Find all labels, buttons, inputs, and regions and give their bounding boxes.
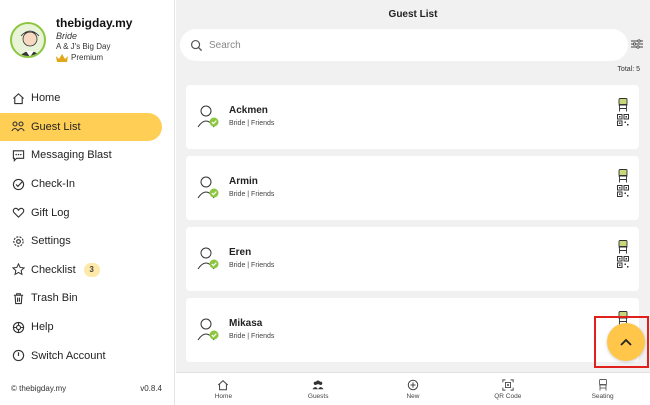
sidebar-item-label: Switch Account (31, 349, 106, 362)
sidebar-item-label: Trash Bin (31, 292, 78, 305)
tab-label: QR Code (494, 392, 522, 400)
sidebar-item-help[interactable]: Help (0, 313, 175, 342)
sidebar-item-label: Check-In (31, 178, 76, 191)
sidebar-item-label: Home (31, 92, 61, 105)
guest-meta: Bride | Friends (229, 191, 275, 198)
guest-meta: Bride | Friends (229, 120, 275, 127)
checklist-badge: 3 (83, 262, 100, 277)
tab-qr-code[interactable]: QR Code (460, 373, 555, 405)
chair-icon[interactable] (617, 98, 629, 112)
page-title: Guest List (388, 9, 438, 20)
sidebar-item-messaging-blast[interactable]: Messaging Blast (0, 141, 175, 170)
bottom-tab-bar: Home Guests New QR Code Seating (176, 372, 650, 405)
tab-seating[interactable]: Seating (555, 373, 650, 405)
checklist-icon (11, 263, 25, 277)
chevron-up-icon (620, 338, 632, 346)
check-icon (11, 177, 25, 191)
sidebar-item-label: Guest List (31, 120, 81, 133)
profile-plan: Premium (56, 53, 103, 62)
sidebar-item-settings[interactable]: Settings (0, 227, 175, 256)
home-icon (218, 379, 229, 390)
home-icon (11, 91, 25, 105)
guest-name: Eren (229, 247, 252, 258)
chair-icon (598, 378, 607, 391)
plus-circle-icon (407, 379, 419, 390)
sidebar-item-guest-list[interactable]: Guest List (0, 112, 162, 142)
guest-card[interactable]: Eren Bride | Friends (186, 227, 639, 291)
search-icon (190, 39, 203, 51)
guests-icon (11, 120, 25, 134)
profile-block[interactable]: thebigday.my Bride A & J's Big Day Premi… (10, 16, 170, 66)
sidebar-item-switch-account[interactable]: Switch Account (0, 341, 175, 370)
qr-code-icon[interactable] (617, 256, 629, 268)
crown-icon (56, 53, 68, 62)
total-count: Total: 5 (617, 66, 640, 73)
guest-avatar-icon (197, 105, 219, 128)
guest-avatar-icon (197, 176, 219, 199)
guest-card[interactable]: Armin Bride | Friends (186, 156, 639, 220)
help-icon (11, 320, 25, 334)
tab-label: Guests (307, 392, 329, 400)
message-icon (11, 148, 25, 162)
guest-name: Armin (229, 176, 258, 187)
sidebar-nav: Home Guest List Messaging Blast Check-In… (0, 84, 175, 370)
sidebar-footer: © thebigday.my v0.8.4 (11, 384, 162, 393)
power-icon (11, 349, 25, 363)
qr-code-icon[interactable] (617, 114, 629, 126)
tab-label: Home (214, 392, 233, 400)
chair-icon[interactable] (617, 240, 629, 254)
heart-icon (11, 206, 25, 220)
profile-name: thebigday.my (56, 16, 133, 30)
version: v0.8.4 (140, 384, 162, 393)
qr-code-icon[interactable] (617, 185, 629, 197)
chair-icon[interactable] (617, 169, 629, 183)
tab-home[interactable]: Home (176, 373, 271, 405)
guest-name: Ackmen (229, 105, 268, 116)
guest-avatar-icon (197, 318, 219, 341)
filter-icon[interactable] (631, 39, 643, 49)
qr-scan-icon (502, 378, 514, 391)
guest-card[interactable]: Ackmen Bride | Friends (186, 85, 639, 149)
sidebar-item-checklist[interactable]: Checklist 3 (0, 256, 175, 285)
sidebar-item-label: Messaging Blast (31, 149, 112, 162)
guest-meta: Bride | Friends (229, 262, 275, 269)
sidebar-item-home[interactable]: Home (0, 84, 175, 113)
tab-guests[interactable]: Guests (271, 373, 366, 405)
sidebar: thebigday.my Bride A & J's Big Day Premi… (0, 0, 175, 405)
avatar (10, 22, 46, 58)
sidebar-item-label: Gift Log (31, 206, 70, 219)
guest-card[interactable]: Mikasa Bride | Friends (186, 298, 639, 362)
sidebar-item-trash-bin[interactable]: Trash Bin (0, 284, 175, 313)
tab-label: New (406, 392, 420, 400)
sidebar-item-label: Help (31, 321, 54, 334)
trash-icon (11, 291, 25, 305)
scroll-top-button[interactable] (607, 323, 645, 361)
gear-icon (11, 234, 25, 248)
guest-meta: Bride | Friends (229, 333, 275, 340)
copyright: © thebigday.my (11, 384, 67, 393)
main-panel: Guest List Total: 5 Ackmen Bride | Frien… (176, 0, 650, 405)
sidebar-item-gift-log[interactable]: Gift Log (0, 198, 175, 227)
plan-label: Premium (71, 53, 104, 62)
tab-label: Seating (591, 392, 614, 400)
sidebar-item-label: Settings (31, 235, 71, 248)
profile-event: A & J's Big Day (56, 42, 111, 51)
profile-role: Bride (56, 31, 78, 41)
search-input[interactable] (209, 39, 589, 51)
sidebar-item-label: Checklist (31, 263, 76, 276)
guest-avatar-icon (197, 247, 219, 270)
guest-name: Mikasa (229, 318, 263, 329)
search-bar[interactable] (180, 29, 628, 61)
guests-icon (312, 379, 324, 389)
tab-new[interactable]: New (366, 373, 461, 405)
sidebar-item-check-in[interactable]: Check-In (0, 170, 175, 199)
